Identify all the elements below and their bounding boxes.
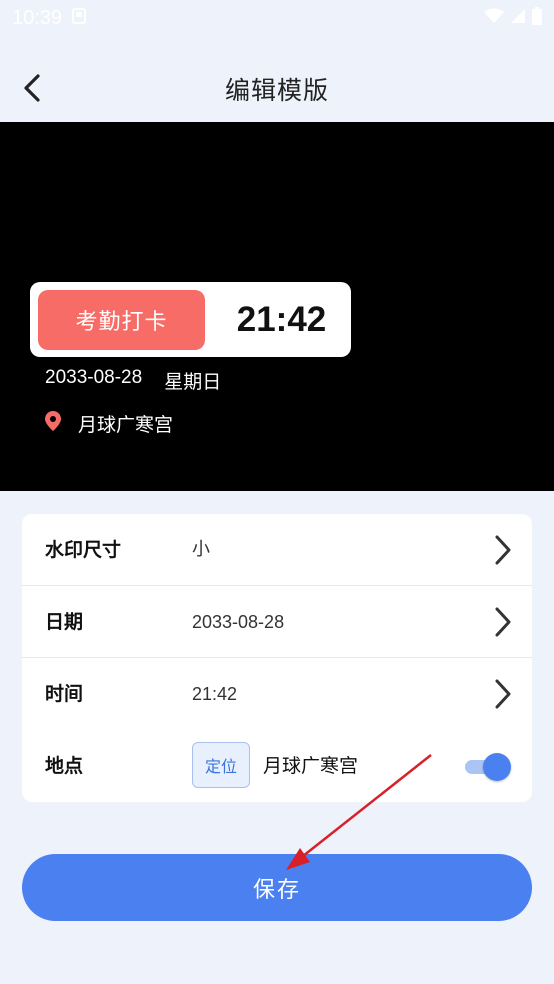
notification-icon xyxy=(72,8,87,28)
wifi-icon xyxy=(484,8,504,28)
watermark-card: 考勤打卡 21:42 xyxy=(30,282,351,357)
status-right xyxy=(484,7,542,29)
watermark-date: 2033-08-28 xyxy=(45,367,143,388)
chevron-right-icon[interactable] xyxy=(490,676,514,712)
watermark-location: 月球广寒宫 xyxy=(78,414,174,436)
title-bar: 编辑模版 xyxy=(0,56,554,122)
chevron-right-icon[interactable] xyxy=(490,532,514,568)
setting-row-size[interactable]: 水印尺寸 小 xyxy=(22,514,532,586)
watermark-weekday: 星期日 xyxy=(164,371,222,393)
setting-label: 水印尺寸 xyxy=(45,539,122,561)
setting-value: 小 xyxy=(192,539,210,560)
watermark-preview: 考勤打卡 21:42 2033-08-28 星期日 月球广寒宫 xyxy=(0,122,554,491)
watermark-badge: 考勤打卡 xyxy=(38,290,205,350)
chevron-right-icon[interactable] xyxy=(490,604,514,640)
battery-icon xyxy=(532,7,542,29)
setting-row-time[interactable]: 时间 21:42 xyxy=(22,658,532,730)
setting-label: 时间 xyxy=(45,683,84,705)
setting-value: 21:42 xyxy=(192,684,238,704)
locate-button[interactable]: 定位 xyxy=(192,742,250,788)
settings-card: 水印尺寸 小 日期 2033-08-28 时间 21:42 地点 定位 月球广寒… xyxy=(22,514,532,802)
watermark-time: 21:42 xyxy=(236,299,327,339)
save-button[interactable]: 保存 xyxy=(22,854,532,921)
setting-label: 地点 xyxy=(45,755,84,777)
location-toggle[interactable] xyxy=(465,753,511,781)
status-left: 10:39 xyxy=(12,6,87,30)
setting-row-date[interactable]: 日期 2033-08-28 xyxy=(22,586,532,658)
status-time: 10:39 xyxy=(12,6,63,29)
back-button[interactable] xyxy=(14,70,50,106)
page-title: 编辑模版 xyxy=(224,76,329,105)
watermark-date-row: 2033-08-28 星期日 xyxy=(45,367,221,394)
setting-value: 2033-08-28 xyxy=(192,612,285,632)
signal-icon xyxy=(510,8,526,28)
setting-row-location: 地点 定位 月球广寒宫 xyxy=(22,730,532,802)
setting-label: 日期 xyxy=(45,611,84,633)
chevron-left-icon xyxy=(24,74,40,102)
location-value: 月球广寒宫 xyxy=(263,755,359,777)
watermark-location-row: 月球广寒宫 xyxy=(44,410,173,437)
toggle-knob xyxy=(483,753,511,781)
status-bar: 10:39 xyxy=(0,0,554,36)
location-pin-icon xyxy=(44,410,62,437)
